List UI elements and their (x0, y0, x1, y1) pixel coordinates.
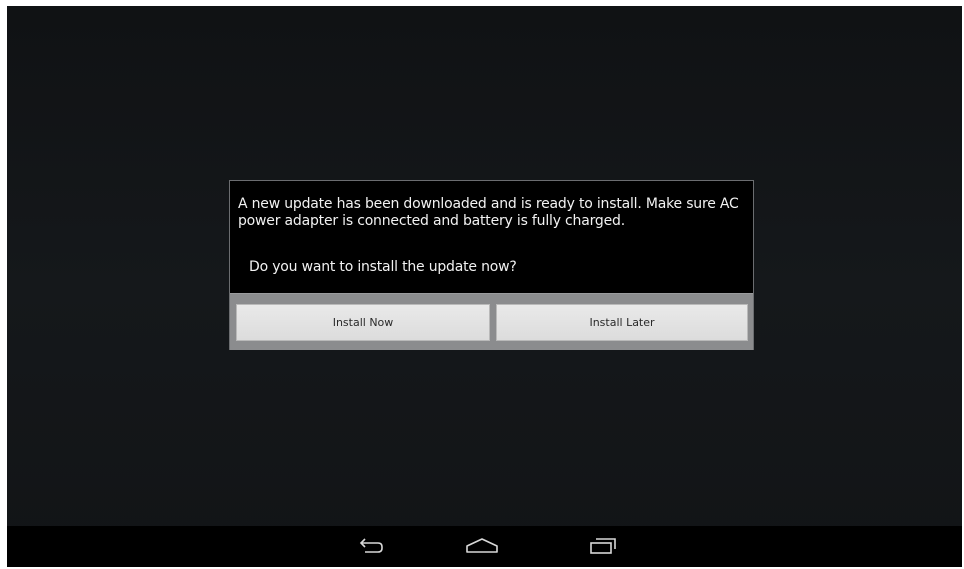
device-screen: A new update has been downloaded and is … (7, 6, 962, 567)
install-now-button[interactable]: Install Now (236, 304, 490, 341)
navigation-bar (7, 526, 962, 567)
dimmed-background: A new update has been downloaded and is … (7, 6, 962, 526)
back-icon (359, 538, 383, 553)
update-dialog: A new update has been downloaded and is … (229, 180, 754, 350)
recent-apps-button[interactable] (581, 530, 625, 562)
dialog-button-bar: Install Now Install Later (230, 293, 753, 350)
dialog-question: Do you want to install the update now? (249, 259, 517, 275)
install-later-button[interactable]: Install Later (496, 304, 748, 341)
home-button[interactable] (460, 530, 504, 562)
back-button[interactable] (350, 530, 394, 562)
home-icon (466, 538, 498, 553)
recent-apps-icon (590, 538, 616, 554)
dialog-message: A new update has been downloaded and is … (238, 196, 739, 229)
